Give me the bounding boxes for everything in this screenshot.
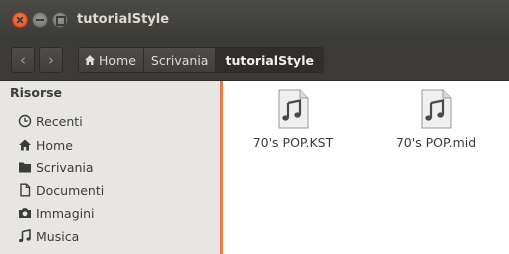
document-icon xyxy=(20,183,31,197)
sidebar-item-label: Home xyxy=(36,138,73,153)
breadcrumb-tutorialstyle[interactable]: tutorialStyle xyxy=(215,47,324,73)
close-window-button[interactable] xyxy=(12,12,28,28)
sidebar-item-label: Musica xyxy=(36,229,80,244)
breadcrumb-home[interactable]: Home xyxy=(78,47,143,73)
breadcrumb: Home Scrivania tutorialStyle xyxy=(78,47,324,73)
sidebar-item-recenti[interactable]: Recenti xyxy=(18,112,83,132)
file-name: 70's POP.KST xyxy=(252,135,334,150)
sidebar-item-label: Documenti xyxy=(36,183,105,198)
audio-file-icon xyxy=(421,89,452,129)
breadcrumb-scrivania-label: Scrivania xyxy=(150,53,209,68)
file-manager-window: tutorialStyle ‹ › Home Scrivania tutoria… xyxy=(0,0,509,254)
sidebar: Risorse Recenti Home Scrivania Documenti… xyxy=(0,81,220,254)
toolbar: ‹ › Home Scrivania tutorialStyle xyxy=(0,40,509,81)
sidebar-item-musica[interactable]: Musica xyxy=(18,227,79,247)
sidebar-item-home[interactable]: Home xyxy=(18,136,73,156)
chevron-left-icon: ‹ xyxy=(20,51,26,69)
maximize-window-button[interactable] xyxy=(52,12,68,28)
audio-file-icon xyxy=(278,89,309,129)
sidebar-item-label: Recenti xyxy=(36,114,83,129)
window-title: tutorialStyle xyxy=(77,12,170,27)
home-icon xyxy=(19,139,31,151)
sidebar-item-immagini[interactable]: Immagini xyxy=(18,204,95,224)
minimize-window-button[interactable] xyxy=(32,12,48,28)
music-note-icon xyxy=(19,229,31,243)
home-icon xyxy=(85,55,95,65)
breadcrumb-home-label: Home xyxy=(99,53,136,68)
forward-button[interactable]: › xyxy=(39,47,63,73)
sidebar-section-heading: Risorse xyxy=(10,85,63,100)
clock-icon xyxy=(18,114,32,128)
sidebar-item-label: Immagini xyxy=(36,206,95,221)
folder-icon xyxy=(19,162,31,173)
file-name: 70's POP.mid xyxy=(395,135,477,150)
back-button[interactable]: ‹ xyxy=(11,47,35,73)
chevron-right-icon: › xyxy=(48,51,54,69)
file-view: 70's POP.KST 70's POP.mid xyxy=(223,81,509,254)
breadcrumb-current-label: tutorialStyle xyxy=(225,53,314,68)
breadcrumb-scrivania[interactable]: Scrivania xyxy=(142,47,216,73)
sidebar-item-scrivania[interactable]: Scrivania xyxy=(18,158,94,178)
sidebar-item-label: Scrivania xyxy=(36,160,94,175)
title-bar[interactable]: tutorialStyle xyxy=(0,0,509,40)
camera-icon xyxy=(19,208,31,218)
file-item[interactable]: 70's POP.mid xyxy=(381,89,491,150)
sidebar-item-documenti[interactable]: Documenti xyxy=(18,181,104,201)
file-item[interactable]: 70's POP.KST xyxy=(238,89,348,150)
